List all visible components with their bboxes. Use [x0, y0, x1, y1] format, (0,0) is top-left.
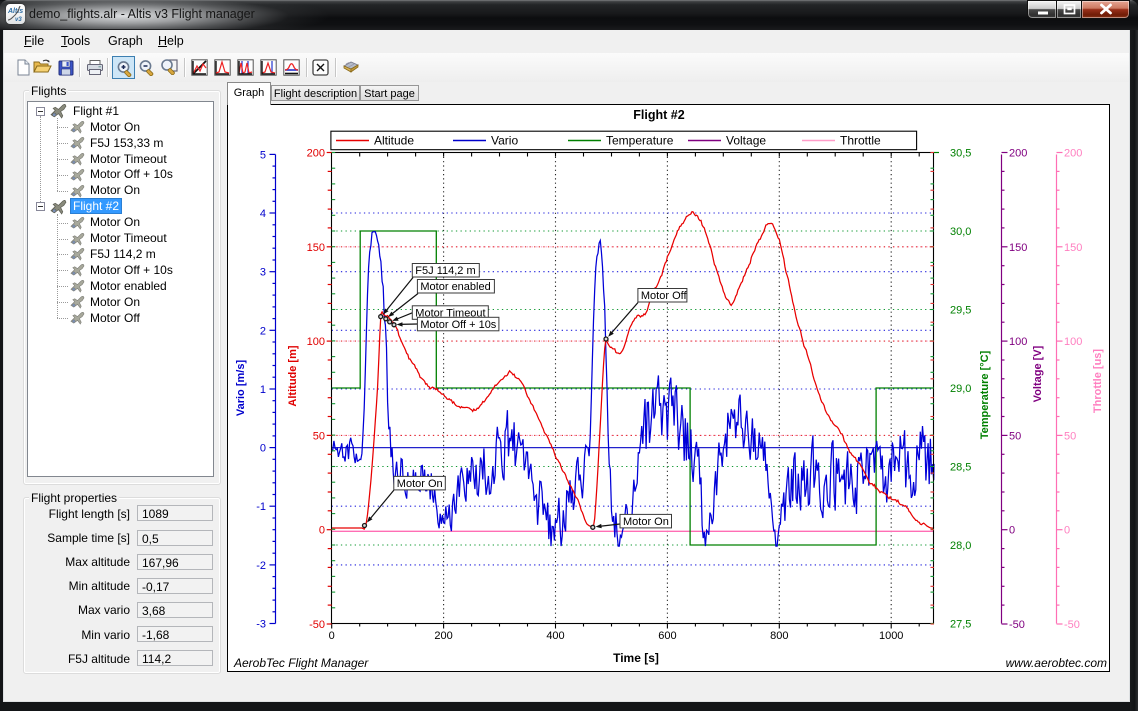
svg-text:2: 2: [260, 325, 266, 337]
svg-text:30,0: 30,0: [950, 226, 971, 238]
svg-text:50: 50: [313, 430, 325, 442]
svg-text:-2: -2: [256, 560, 266, 572]
svg-text:AerobTec Flight Manager: AerobTec Flight Manager: [233, 656, 369, 670]
svg-text:Voltage [V]: Voltage [V]: [1032, 345, 1044, 402]
svg-text:5: 5: [260, 149, 266, 161]
svg-text:Motor Off + 10s: Motor Off + 10s: [420, 319, 496, 331]
svg-text:Vario: Vario: [491, 134, 518, 148]
svg-text:200: 200: [307, 148, 325, 160]
svg-text:-50: -50: [1064, 619, 1080, 631]
svg-text:150: 150: [1064, 242, 1082, 254]
svg-text:200: 200: [434, 630, 452, 642]
svg-text:100: 100: [1064, 336, 1082, 348]
svg-text:800: 800: [770, 630, 788, 642]
svg-text:Altitude [m]: Altitude [m]: [287, 345, 299, 406]
svg-text:29,5: 29,5: [950, 305, 971, 317]
svg-text:Altitude: Altitude: [374, 134, 414, 148]
svg-text:1000: 1000: [879, 630, 903, 642]
svg-text:100: 100: [307, 336, 325, 348]
svg-text:600: 600: [658, 630, 676, 642]
svg-text:Throttle: Throttle: [840, 134, 881, 148]
svg-text:150: 150: [307, 242, 325, 254]
svg-text:-1: -1: [256, 501, 266, 513]
svg-text:200: 200: [1064, 148, 1082, 160]
svg-text:Flight #2: Flight #2: [633, 108, 684, 122]
svg-text:Vario [m/s]: Vario [m/s]: [235, 360, 247, 417]
svg-text:28,0: 28,0: [950, 540, 971, 552]
svg-text:0: 0: [1064, 525, 1070, 537]
svg-text:Time [s]: Time [s]: [613, 651, 659, 665]
svg-text:-50: -50: [1009, 619, 1025, 631]
svg-text:27,5: 27,5: [950, 619, 971, 631]
svg-text:0: 0: [329, 630, 335, 642]
svg-text:Motor On: Motor On: [623, 516, 669, 528]
svg-text:Motor enabled: Motor enabled: [420, 281, 490, 293]
svg-text:3: 3: [260, 267, 266, 279]
svg-text:4: 4: [260, 208, 266, 220]
svg-text:0: 0: [1009, 525, 1015, 537]
svg-text:Voltage: Voltage: [726, 134, 766, 148]
svg-text:-50: -50: [309, 619, 325, 631]
svg-text:200: 200: [1009, 148, 1027, 160]
svg-text:400: 400: [546, 630, 564, 642]
svg-text:50: 50: [1064, 430, 1076, 442]
svg-text:Motor Off: Motor Off: [641, 290, 688, 302]
svg-text:30,5: 30,5: [950, 148, 971, 160]
svg-text:Temperature: Temperature: [606, 134, 674, 148]
svg-text:29,0: 29,0: [950, 383, 971, 395]
svg-text:150: 150: [1009, 242, 1027, 254]
svg-text:0: 0: [319, 525, 325, 537]
svg-text:28,5: 28,5: [950, 462, 971, 474]
svg-text:www.aerobtec.com: www.aerobtec.com: [1006, 656, 1107, 670]
svg-text:F5J 114,2 m: F5J 114,2 m: [415, 265, 475, 277]
svg-text:0: 0: [260, 443, 266, 455]
svg-text:Throttle [us]: Throttle [us]: [1092, 349, 1104, 413]
svg-text:Motor On: Motor On: [397, 478, 443, 490]
svg-text:50: 50: [1009, 430, 1021, 442]
svg-text:100: 100: [1009, 336, 1027, 348]
svg-text:Temperature [°C]: Temperature [°C]: [979, 350, 991, 439]
svg-text:1: 1: [260, 384, 266, 396]
svg-text:-3: -3: [256, 619, 266, 631]
